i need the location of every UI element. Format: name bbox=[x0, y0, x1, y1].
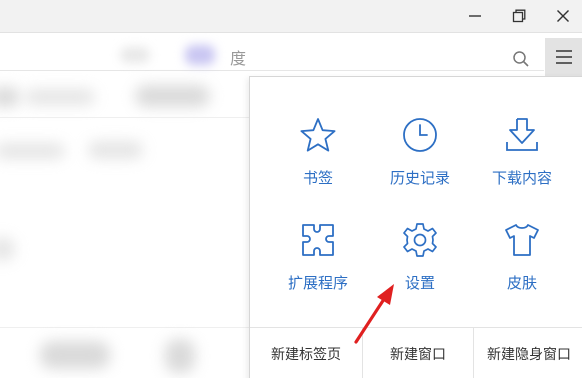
puzzle-icon bbox=[298, 220, 338, 260]
blurred-favicon bbox=[120, 47, 150, 63]
new-incognito-window-button[interactable]: 新建隐身窗口 bbox=[474, 328, 582, 378]
menu-item-downloads[interactable]: 下载内容 bbox=[472, 115, 572, 205]
red-arrow-annotation bbox=[354, 284, 394, 344]
menu-item-label: 皮肤 bbox=[506, 274, 537, 292]
download-icon bbox=[502, 115, 542, 155]
page-content-blurred bbox=[0, 77, 250, 378]
menu-bottom-row: 新建标签页 新建窗口 新建隐身窗口 bbox=[250, 327, 582, 378]
gear-icon bbox=[400, 220, 440, 260]
menu-item-bookmarks[interactable]: 书签 bbox=[268, 115, 368, 205]
address-text: 度 bbox=[230, 49, 247, 68]
clock-icon bbox=[400, 115, 440, 155]
address-bar[interactable]: 度 bbox=[0, 39, 544, 71]
new-tab-button[interactable]: 新建标签页 bbox=[250, 328, 362, 378]
menu-item-skins[interactable]: 皮肤 bbox=[472, 220, 572, 310]
search-engine-logo bbox=[185, 45, 215, 65]
menu-item-label: 历史记录 bbox=[389, 169, 450, 187]
tshirt-icon bbox=[502, 220, 542, 260]
restore-icon bbox=[512, 9, 526, 23]
menu-item-label: 下载内容 bbox=[491, 169, 552, 187]
star-icon bbox=[298, 115, 338, 155]
toolbar: 度 bbox=[0, 34, 582, 76]
minimize-icon bbox=[469, 15, 481, 17]
hamburger-menu-icon bbox=[555, 50, 572, 64]
restore-button[interactable] bbox=[500, 0, 538, 32]
browser-window: 度 书签 历史记录 下载内容 扩展程序 设置 皮肤 新建标签页 新建窗口 新建隐… bbox=[0, 0, 582, 378]
menu-button[interactable] bbox=[545, 38, 582, 76]
menu-item-history[interactable]: 历史记录 bbox=[370, 115, 470, 205]
close-button[interactable] bbox=[544, 0, 582, 32]
search-icon[interactable] bbox=[512, 50, 530, 72]
menu-item-label: 扩展程序 bbox=[287, 274, 348, 292]
close-icon bbox=[557, 10, 569, 22]
menu-item-label: 设置 bbox=[404, 274, 435, 292]
title-bar bbox=[0, 0, 582, 33]
main-menu-panel: 书签 历史记录 下载内容 扩展程序 设置 皮肤 新建标签页 新建窗口 新建隐身窗… bbox=[249, 76, 582, 378]
minimize-button[interactable] bbox=[456, 0, 494, 32]
menu-item-label: 书签 bbox=[302, 169, 333, 187]
